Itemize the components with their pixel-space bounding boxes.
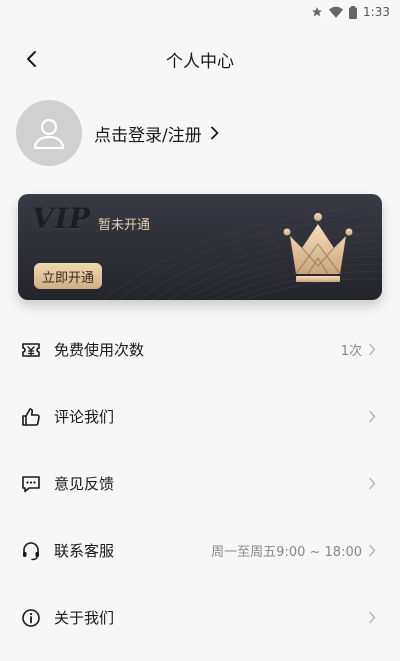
chevron-right-icon [368, 611, 376, 624]
battery-icon [349, 5, 358, 19]
back-button[interactable] [16, 44, 46, 74]
menu-label: 意见反馈 [54, 475, 115, 493]
menu-item-rate-us[interactable]: 评论我们 [0, 383, 400, 450]
menu-label: 关于我们 [54, 609, 115, 627]
menu-label: 评论我们 [54, 408, 115, 426]
crown-icon [283, 213, 353, 282]
chevron-right-icon [368, 410, 376, 423]
user-icon [33, 118, 65, 150]
login-text[interactable]: 点击登录/注册 [94, 121, 202, 146]
chat-bubble-icon [20, 473, 42, 495]
status-time: 1:33 [363, 5, 390, 19]
thumbs-up-icon [20, 406, 42, 428]
vip-status: 暂未开通 [98, 218, 151, 233]
wifi-icon [329, 6, 344, 18]
chevron-left-icon [27, 51, 36, 67]
chevron-right-icon [368, 544, 376, 557]
menu-item-customer-service[interactable]: 联系客服 周一至周五9:00 ~ 18:00 [0, 517, 400, 584]
chevron-right-icon [368, 477, 376, 490]
menu-label: 联系客服 [54, 542, 115, 560]
menu-label: 免费使用次数 [54, 341, 145, 359]
chevron-right-icon [368, 343, 376, 356]
header: 个人中心 [0, 38, 400, 80]
vip-logo: VIP [32, 202, 91, 235]
menu-item-feedback[interactable]: 意见反馈 [0, 450, 400, 517]
vip-card: VIP 暂未开通 立即开通 [18, 194, 382, 300]
activate-vip-button[interactable]: 立即开通 [34, 263, 103, 289]
menu-value: 1次 [340, 344, 362, 359]
menu-item-about-us[interactable]: 关于我们 [0, 584, 400, 651]
menu-value: 周一至周五9:00 ~ 18:00 [211, 545, 362, 560]
menu-item-free-uses[interactable]: 免费使用次数 1次 [0, 316, 400, 383]
status-bar: 1:33 [0, 0, 400, 24]
chevron-right-icon [210, 126, 219, 140]
info-icon [20, 607, 42, 629]
menu-list: 免费使用次数 1次 评论我们 意见反馈 联系客服 周一至周五9:00 ~ 18:… [0, 316, 400, 651]
avatar[interactable] [16, 100, 82, 166]
headset-icon [20, 540, 42, 562]
ticket-icon [20, 339, 42, 361]
page-title: 个人中心 [166, 51, 234, 72]
star-icon [311, 6, 323, 18]
login-register-row[interactable]: 点击登录/注册 [16, 100, 384, 166]
